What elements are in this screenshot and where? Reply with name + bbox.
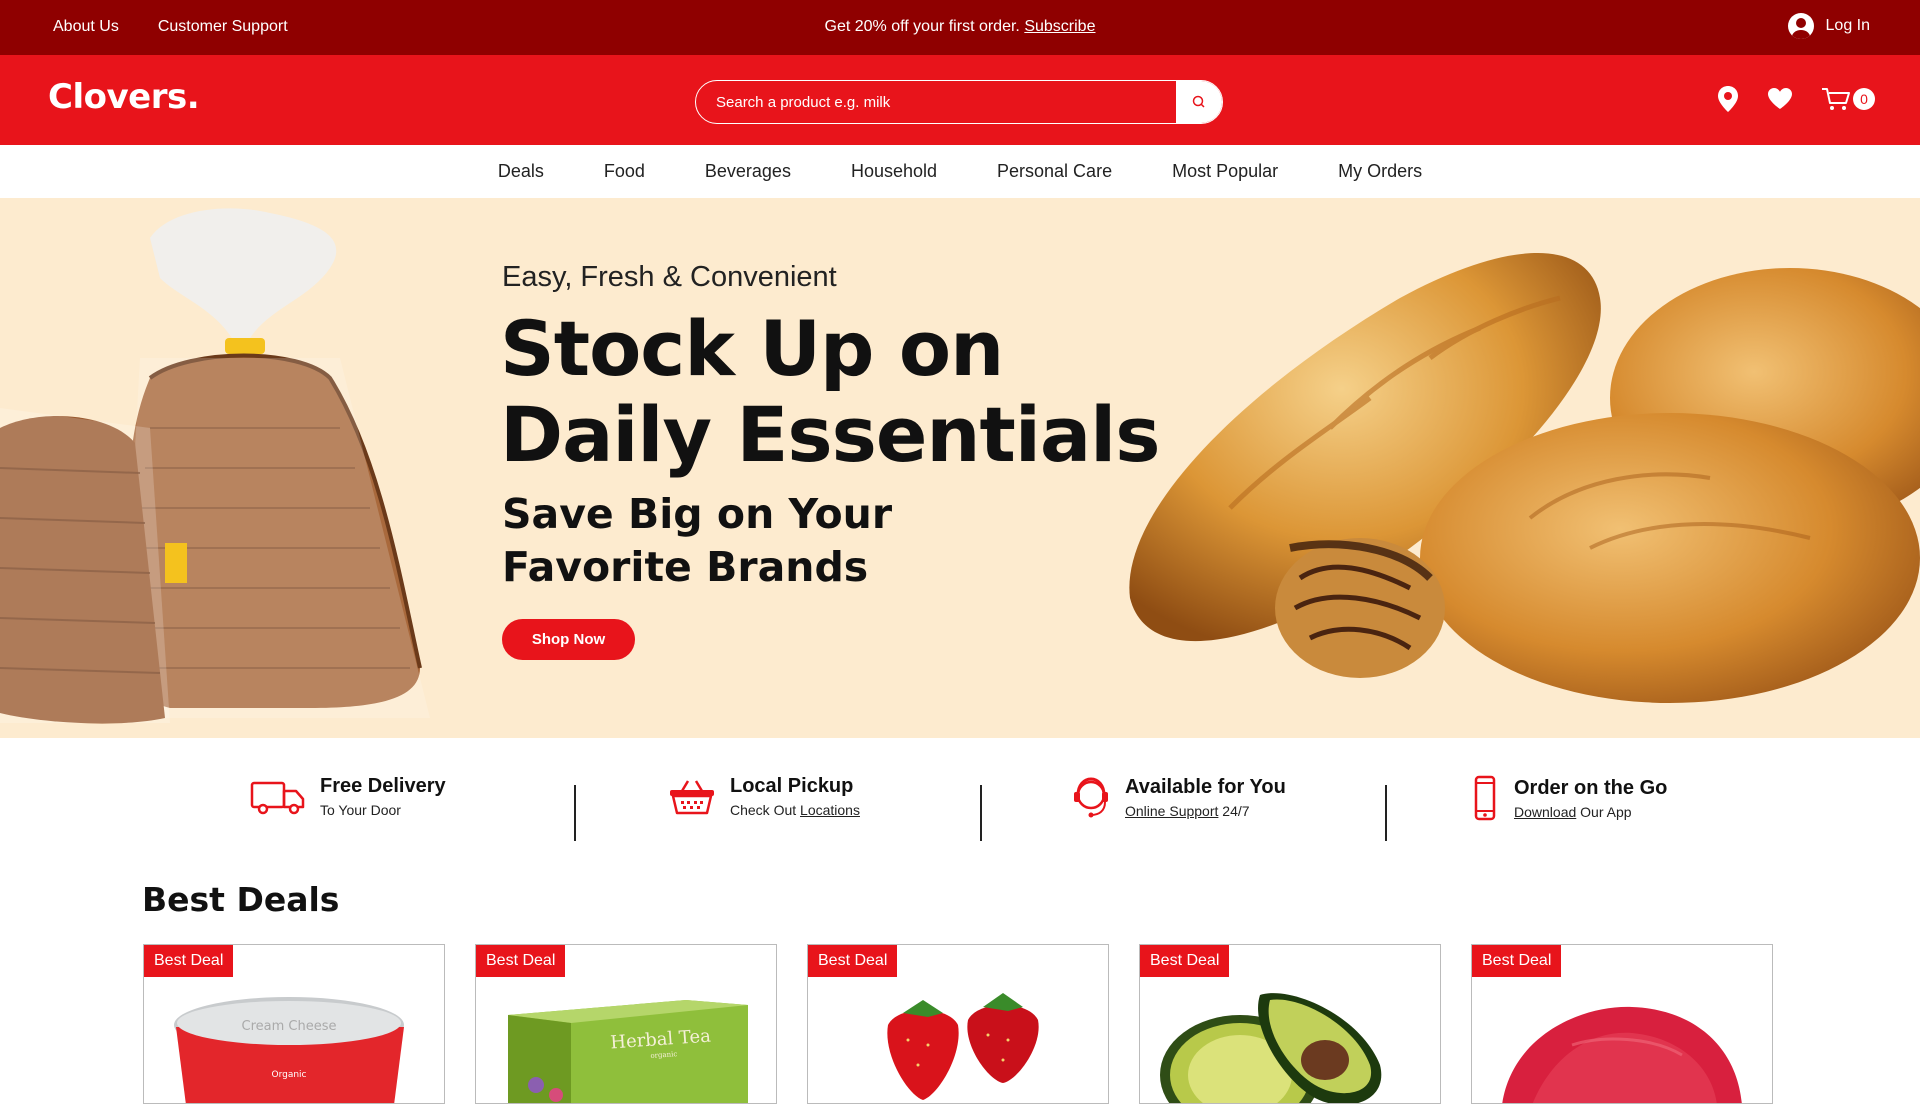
feature-sub-suffix: Our App [1576, 803, 1632, 820]
feature-available: Available for You Online Support 24/7 [1071, 775, 1286, 819]
locations-link[interactable]: Locations [800, 802, 860, 818]
feature-subtitle: Download Our App [1514, 804, 1667, 820]
feature-available-text: Available for You Online Support 24/7 [1125, 776, 1286, 819]
hero-banner: Easy, Fresh & Convenient Stock Up on Dai… [0, 198, 1920, 738]
feature-sub-text: To Your Door [320, 802, 401, 818]
phone-icon [1474, 775, 1496, 821]
promo-text: Get 20% off your first order. [824, 18, 1020, 35]
cream-cheese-organic-label: Organic [271, 1070, 306, 1080]
feature-divider [980, 785, 982, 841]
product-card-cream-cheese[interactable]: Cream Cheese Organic Best Deal [143, 944, 445, 1104]
subscribe-link[interactable]: Subscribe [1024, 18, 1095, 35]
feature-subtitle: Online Support 24/7 [1125, 803, 1286, 819]
feature-title: Local Pickup [730, 775, 854, 797]
product-card-avocado[interactable]: Best Deal [1139, 944, 1441, 1104]
best-deal-badge: Best Deal [1472, 945, 1562, 977]
hero-headline-line2: Daily Essentials [500, 390, 1160, 479]
search-icon [1192, 95, 1205, 108]
feature-local-pickup-text: Local Pickup Check Out Locations [730, 775, 860, 818]
nav-deals[interactable]: Deals [498, 161, 544, 182]
feature-divider [1385, 785, 1387, 841]
nav-food[interactable]: Food [604, 161, 645, 182]
main-header: Clovers. 0 [0, 55, 1920, 145]
heart-icon[interactable] [1767, 87, 1793, 111]
best-deal-badge: Best Deal [808, 945, 898, 977]
best-deals-heading: Best Deals [142, 880, 340, 919]
features-strip: Free Delivery To Your Door Local Pickup … [0, 775, 1920, 841]
feature-free-delivery-text: Free Delivery To Your Door [320, 775, 446, 818]
truck-icon [250, 781, 305, 814]
search-input[interactable] [696, 81, 1176, 123]
feature-local-pickup: Local Pickup Check Out Locations [668, 775, 860, 818]
nav-my-orders[interactable]: My Orders [1338, 161, 1422, 182]
main-nav: Deals Food Beverages Household Personal … [0, 145, 1920, 198]
nav-most-popular[interactable]: Most Popular [1172, 161, 1278, 182]
feature-order-on-go: Order on the Go Download Our App [1470, 775, 1667, 821]
hero-subheadline: Save Big on Your Favorite Brands [502, 488, 892, 594]
promo-banner: Get 20% off your first order. Subscribe [0, 18, 1920, 36]
best-deal-badge: Best Deal [144, 945, 234, 977]
hero-headline-line1: Stock Up on [500, 304, 1004, 393]
login-button[interactable]: Log In [1787, 13, 1870, 39]
feature-free-delivery: Free Delivery To Your Door [250, 775, 446, 818]
nav-beverages[interactable]: Beverages [705, 161, 791, 182]
user-icon [1787, 13, 1814, 39]
best-deal-badge: Best Deal [476, 945, 566, 977]
location-pin-icon[interactable] [1717, 85, 1739, 113]
cart-count-badge: 0 [1853, 88, 1875, 110]
feature-title: Available for You [1125, 775, 1286, 798]
hero-sub-line2: Favorite Brands [502, 543, 869, 591]
search-button[interactable] [1176, 81, 1222, 123]
feature-divider [574, 785, 576, 841]
feature-subtitle: To Your Door [320, 802, 446, 818]
top-bar: About Us Customer Support Get 20% off yo… [0, 0, 1920, 55]
download-link[interactable]: Download [1514, 804, 1576, 820]
product-card-strawberries[interactable]: Best Deal [807, 944, 1109, 1104]
feature-title: Order on the Go [1514, 776, 1668, 799]
hero-kicker: Easy, Fresh & Convenient [502, 261, 837, 293]
headset-icon [1074, 777, 1108, 818]
hero-sub-line1: Save Big on Your [502, 490, 893, 538]
bread-loaves-image [1129, 253, 1920, 703]
basket-icon [670, 779, 714, 814]
cart-button[interactable]: 0 [1821, 86, 1875, 112]
feature-sub-text: Check Out [730, 802, 801, 818]
product-card-tuna[interactable]: Best Deal [1471, 944, 1773, 1104]
nav-household[interactable]: Household [851, 161, 937, 182]
feature-sub-suffix: 24/7 [1218, 802, 1250, 819]
cream-cheese-lid-text: Cream Cheese [242, 1019, 337, 1034]
best-deal-badge: Best Deal [1140, 945, 1230, 977]
hero-headline: Stock Up on Daily Essentials [500, 304, 1160, 479]
login-label: Log In [1825, 17, 1870, 34]
header-icons: 0 [1717, 85, 1875, 113]
site-logo[interactable]: Clovers. [48, 77, 200, 117]
nav-personal-care[interactable]: Personal Care [997, 161, 1112, 182]
sliced-bread-image [0, 208, 430, 724]
feature-subtitle: Check Out Locations [730, 802, 860, 818]
shop-now-button[interactable]: Shop Now [502, 619, 635, 660]
product-card-herbal-tea[interactable]: Herbal Tea organic Best Deal [475, 944, 777, 1104]
feature-order-on-go-text: Order on the Go Download Our App [1514, 777, 1667, 820]
search-bar [695, 80, 1223, 124]
feature-title: Free Delivery [320, 775, 446, 797]
cart-icon [1822, 88, 1850, 110]
online-support-link[interactable]: Online Support [1125, 803, 1218, 819]
